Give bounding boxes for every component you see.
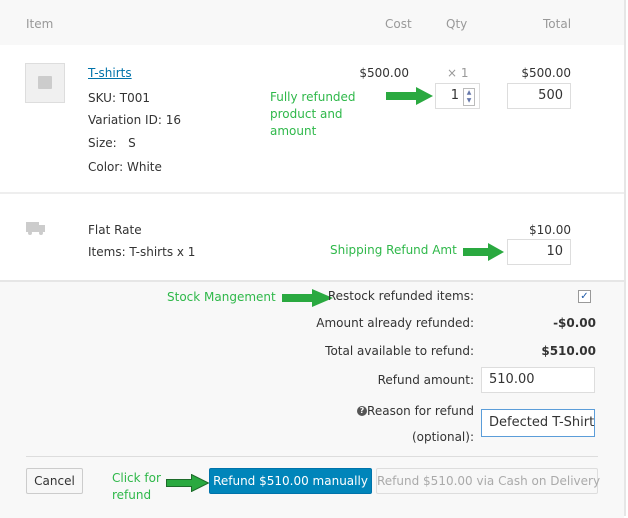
annotation-click: refund xyxy=(112,488,152,502)
restock-checkbox[interactable]: ✓ xyxy=(578,290,591,303)
truck-icon xyxy=(26,222,45,235)
refund-qty-value: 1 xyxy=(450,88,459,103)
annotation-shipping: Shipping Refund Amt xyxy=(330,243,457,257)
shipping-items: Items: T-shirts x 1 xyxy=(88,245,196,259)
already-refunded-value: -$0.00 xyxy=(553,316,596,330)
header-item: Item xyxy=(26,17,54,31)
header-cost: Cost xyxy=(385,17,412,31)
header-qty: Qty xyxy=(446,17,468,31)
annotation-fully: Fully refunded xyxy=(270,90,356,104)
item-total: $500.00 xyxy=(521,66,571,80)
available-value: $510.00 xyxy=(541,344,596,358)
shipping-total: $10.00 xyxy=(529,223,571,237)
item-qty: × 1 xyxy=(447,66,469,80)
reason-value: Defected T-Shirt xyxy=(489,415,595,430)
border xyxy=(624,0,626,516)
refund-total-value: 500 xyxy=(538,88,563,103)
reason-label: Reason for refund xyxy=(367,404,474,418)
refund-amount-value: 510.00 xyxy=(489,372,535,387)
refund-total-input[interactable]: 500 xyxy=(507,83,571,109)
qty-spinner-icon[interactable]: ▲ ▼ xyxy=(463,88,475,106)
refund-amount-label: Refund amount: xyxy=(377,373,474,387)
arrow-right-icon xyxy=(463,243,504,261)
shipping-name: Flat Rate xyxy=(88,223,142,237)
arrow-right-icon xyxy=(166,474,210,492)
product-size: Size: S xyxy=(88,136,136,150)
refund-amount-input[interactable]: 510.00 xyxy=(481,367,595,393)
header-total: Total xyxy=(543,17,572,31)
annotation-fully: amount xyxy=(270,124,317,138)
available-label: Total available to refund: xyxy=(325,344,474,358)
product-color: Color: White xyxy=(88,160,162,174)
cancel-button[interactable]: Cancel xyxy=(26,468,83,494)
restock-label: Restock refunded items: xyxy=(327,289,474,303)
item-cost: $500.00 xyxy=(359,66,409,80)
product-sku: SKU: T001 xyxy=(88,91,151,105)
product-link[interactable]: T-shirts xyxy=(88,66,132,80)
arrow-right-icon xyxy=(386,87,433,105)
already-refunded-label: Amount already refunded: xyxy=(316,316,474,330)
shipping-refund-value: 10 xyxy=(546,244,563,259)
divider xyxy=(0,192,624,194)
product-variation: Variation ID: 16 xyxy=(88,113,181,127)
shipping-refund-input[interactable]: 10 xyxy=(507,239,571,265)
table-header: Item Cost Qty Total xyxy=(0,0,624,45)
refund-qty-input[interactable]: 1 ▲ ▼ xyxy=(435,83,480,109)
annotation-click: Click for xyxy=(112,471,161,485)
reason-label-optional: (optional): xyxy=(411,430,474,444)
refund-gateway-button[interactable]: Refund $510.00 via Cash on Delivery xyxy=(376,468,600,494)
annotation-fully: product and xyxy=(270,107,343,121)
refund-manually-button[interactable]: Refund $510.00 manually xyxy=(209,468,372,494)
product-thumbnail-icon xyxy=(25,63,65,103)
divider xyxy=(26,456,598,457)
reason-input[interactable]: Defected T-Shirt xyxy=(481,409,595,437)
